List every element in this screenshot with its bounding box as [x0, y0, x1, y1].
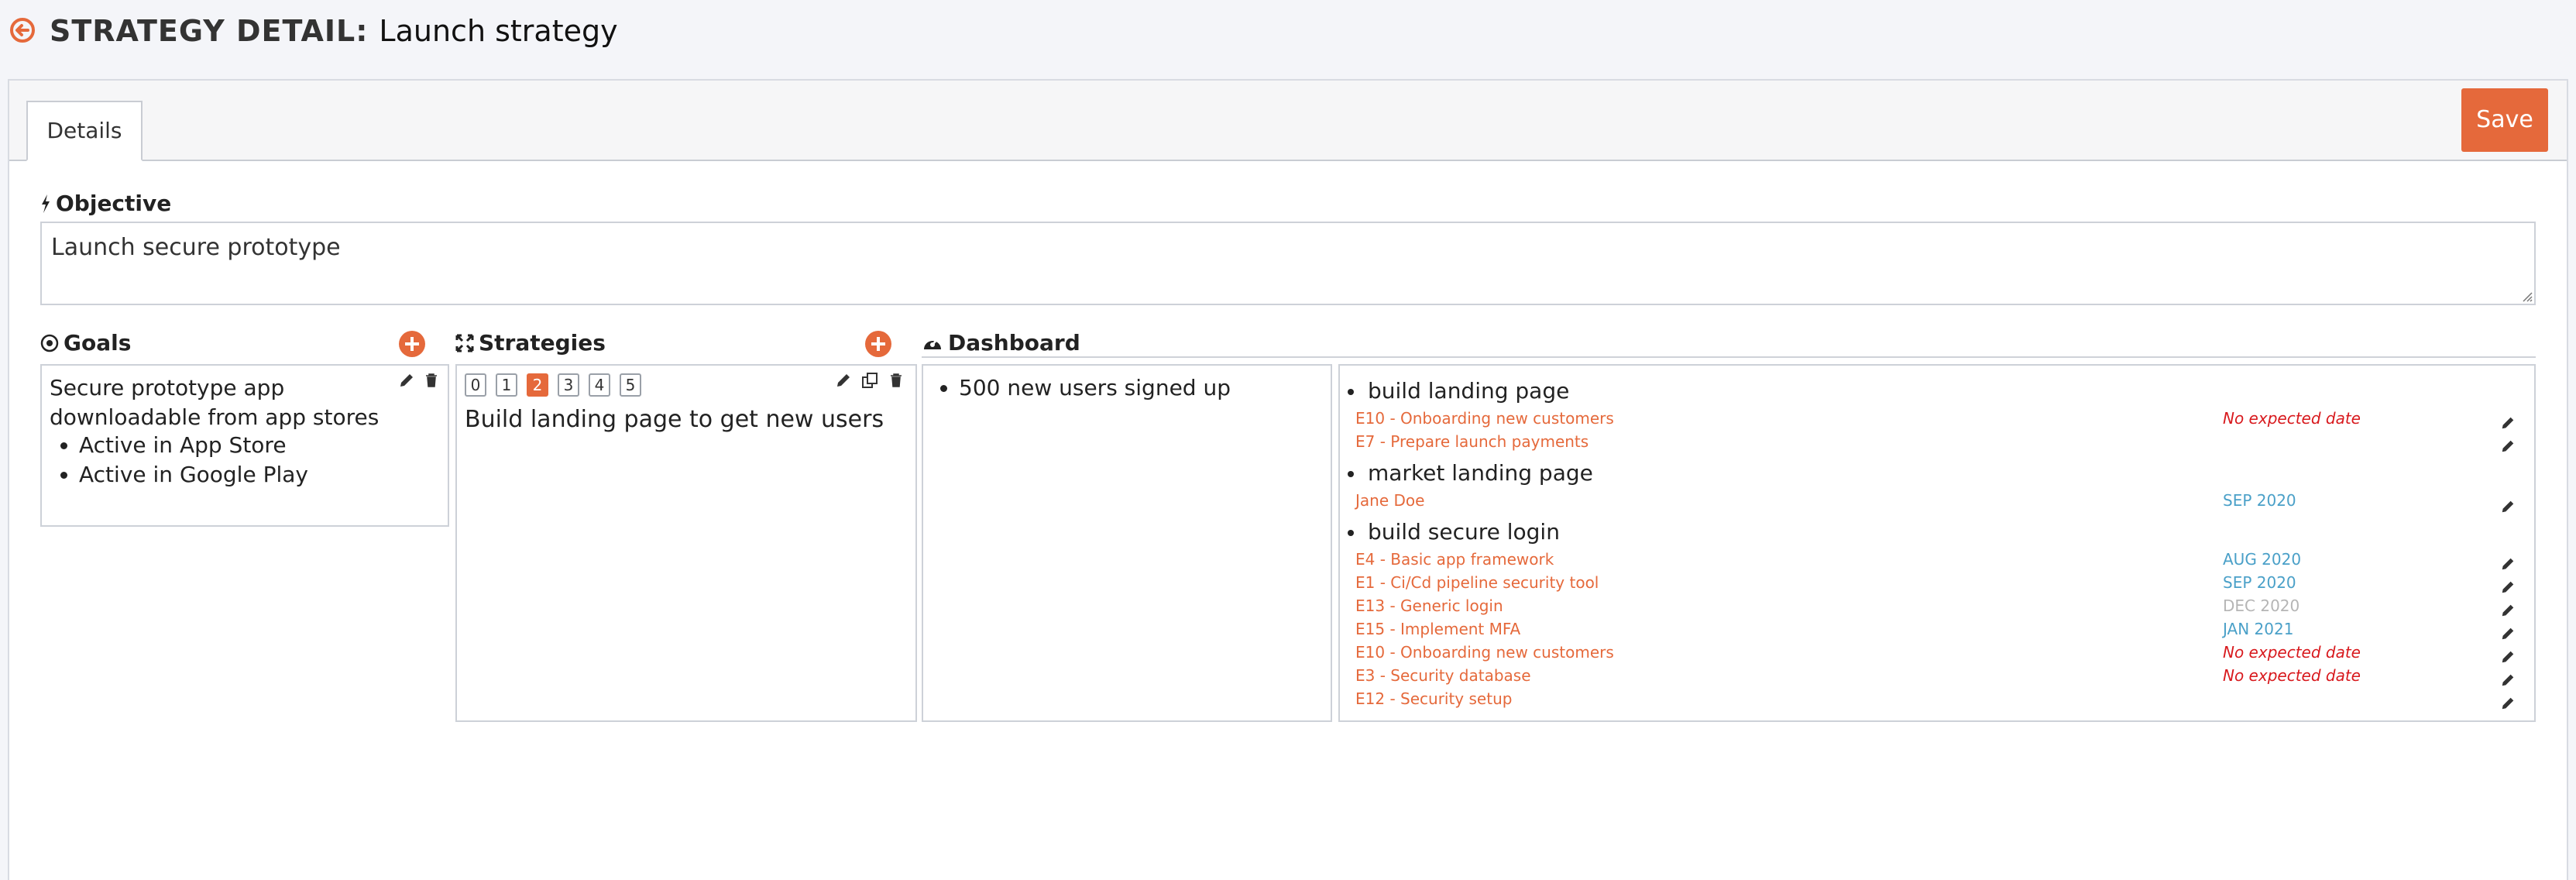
- epic-link[interactable]: Jane Doe: [1355, 491, 1424, 510]
- epic-link[interactable]: E3 - Security database: [1355, 666, 1531, 685]
- pencil-icon[interactable]: [2500, 438, 2516, 454]
- kpi-list: 500 new users signed up: [931, 373, 1231, 403]
- save-button[interactable]: Save: [2461, 88, 2548, 152]
- tab-details[interactable]: Details: [26, 101, 143, 161]
- pencil-icon[interactable]: [835, 372, 852, 389]
- list-item: Active in Google Play: [79, 460, 308, 490]
- pencil-icon[interactable]: [398, 372, 415, 389]
- strategy-pager: 0 1 2 3 4 5: [465, 373, 651, 397]
- target-icon: [40, 334, 59, 352]
- goal-card: Secure prototype app downloadable from a…: [40, 364, 449, 527]
- epic-link[interactable]: E1 - Ci/Cd pipeline security tool: [1355, 573, 1599, 592]
- tab-bar: Details Save: [9, 81, 2567, 161]
- trash-icon[interactable]: [423, 372, 440, 389]
- epic-link[interactable]: E10 - Onboarding new customers: [1355, 409, 1614, 428]
- page-button[interactable]: 4: [589, 373, 610, 397]
- list-item: Active in App Store: [79, 431, 308, 460]
- add-strategy-icon[interactable]: [864, 330, 892, 358]
- page-title-value: Launch strategy: [379, 14, 618, 48]
- dashboard-label-text: Dashboard: [948, 330, 1080, 356]
- initiative-title: build landing page: [1348, 378, 1569, 404]
- epic-date: SEP 2020: [2223, 491, 2296, 510]
- epic-date: DEC 2020: [2223, 596, 2300, 615]
- pencil-icon[interactable]: [2500, 579, 2516, 595]
- page-button[interactable]: 1: [496, 373, 517, 397]
- page-button[interactable]: 0: [465, 373, 486, 397]
- trash-icon[interactable]: [888, 372, 905, 389]
- objective-label: Objective: [40, 191, 171, 216]
- back-arrow-icon[interactable]: [9, 17, 36, 43]
- pencil-icon[interactable]: [2500, 649, 2516, 665]
- add-goal-icon[interactable]: [398, 330, 426, 358]
- pencil-icon[interactable]: [2500, 626, 2516, 641]
- epic-link[interactable]: E13 - Generic login: [1355, 596, 1503, 615]
- initiative-title: build secure login: [1348, 519, 1560, 545]
- key-results-list: Active in App Store Active in Google Pla…: [50, 431, 308, 490]
- dashboard-divider: [922, 356, 2536, 358]
- kpi-card: 500 new users signed up: [922, 364, 1332, 722]
- copy-icon[interactable]: [861, 372, 878, 389]
- goal-title: Secure prototype app downloadable from a…: [50, 375, 380, 430]
- page-title: STRATEGY DETAIL: Launch strategy: [50, 12, 618, 50]
- epic-date: SEP 2020: [2223, 573, 2296, 592]
- pencil-icon[interactable]: [2500, 696, 2516, 711]
- initiative-title: market landing page: [1348, 460, 1593, 486]
- pencil-icon[interactable]: [2500, 499, 2516, 514]
- page-button[interactable]: 3: [558, 373, 579, 397]
- goals-label-text: Goals: [64, 330, 132, 356]
- pencil-icon[interactable]: [2500, 672, 2516, 688]
- pencil-icon[interactable]: [2500, 556, 2516, 572]
- expand-icon: [455, 334, 474, 352]
- resize-grip-icon[interactable]: [2520, 290, 2533, 302]
- pencil-icon[interactable]: [2500, 415, 2516, 431]
- page-button[interactable]: 5: [620, 373, 641, 397]
- epic-date: JAN 2021: [2223, 620, 2294, 638]
- page-title-label: STRATEGY DETAIL:: [50, 14, 369, 48]
- dashboard-gauge-icon: [924, 338, 941, 349]
- strategies-label-text: Strategies: [479, 330, 606, 356]
- epic-link[interactable]: E15 - Implement MFA: [1355, 620, 1520, 638]
- epic-date: No expected date: [2223, 666, 2361, 685]
- objective-input[interactable]: Launch secure prototype: [40, 222, 2536, 305]
- dashboard-label: Dashboard: [922, 330, 1080, 356]
- objective-label-text: Objective: [56, 191, 172, 216]
- page-button-active[interactable]: 2: [527, 373, 548, 397]
- epic-link[interactable]: E12 - Security setup: [1355, 689, 1512, 708]
- strategy-text: Build landing page to get new users: [465, 406, 884, 433]
- strategies-label: Strategies: [455, 330, 606, 356]
- pencil-icon[interactable]: [2500, 603, 2516, 618]
- list-item: 500 new users signed up: [959, 373, 1231, 403]
- epic-link[interactable]: E7 - Prepare launch payments: [1355, 432, 1589, 451]
- page-header: STRATEGY DETAIL: Launch strategy: [0, 0, 2576, 65]
- epic-link[interactable]: E4 - Basic app framework: [1355, 550, 1554, 569]
- epic-date: No expected date: [2223, 409, 2361, 428]
- initiatives-card: build landing page E10 - Onboarding new …: [1338, 364, 2536, 722]
- strategy-card: 0 1 2 3 4 5 Build landing page to get ne…: [455, 364, 917, 722]
- epic-link[interactable]: E10 - Onboarding new customers: [1355, 643, 1614, 662]
- goals-label: Goals: [40, 330, 131, 356]
- objective-value: Launch secure prototype: [51, 234, 341, 261]
- bolt-icon: [42, 194, 50, 213]
- epic-date: AUG 2020: [2223, 550, 2302, 569]
- epic-date: No expected date: [2223, 643, 2361, 662]
- strategy-panel: Details Save Objective Launch secure pro…: [8, 79, 2568, 880]
